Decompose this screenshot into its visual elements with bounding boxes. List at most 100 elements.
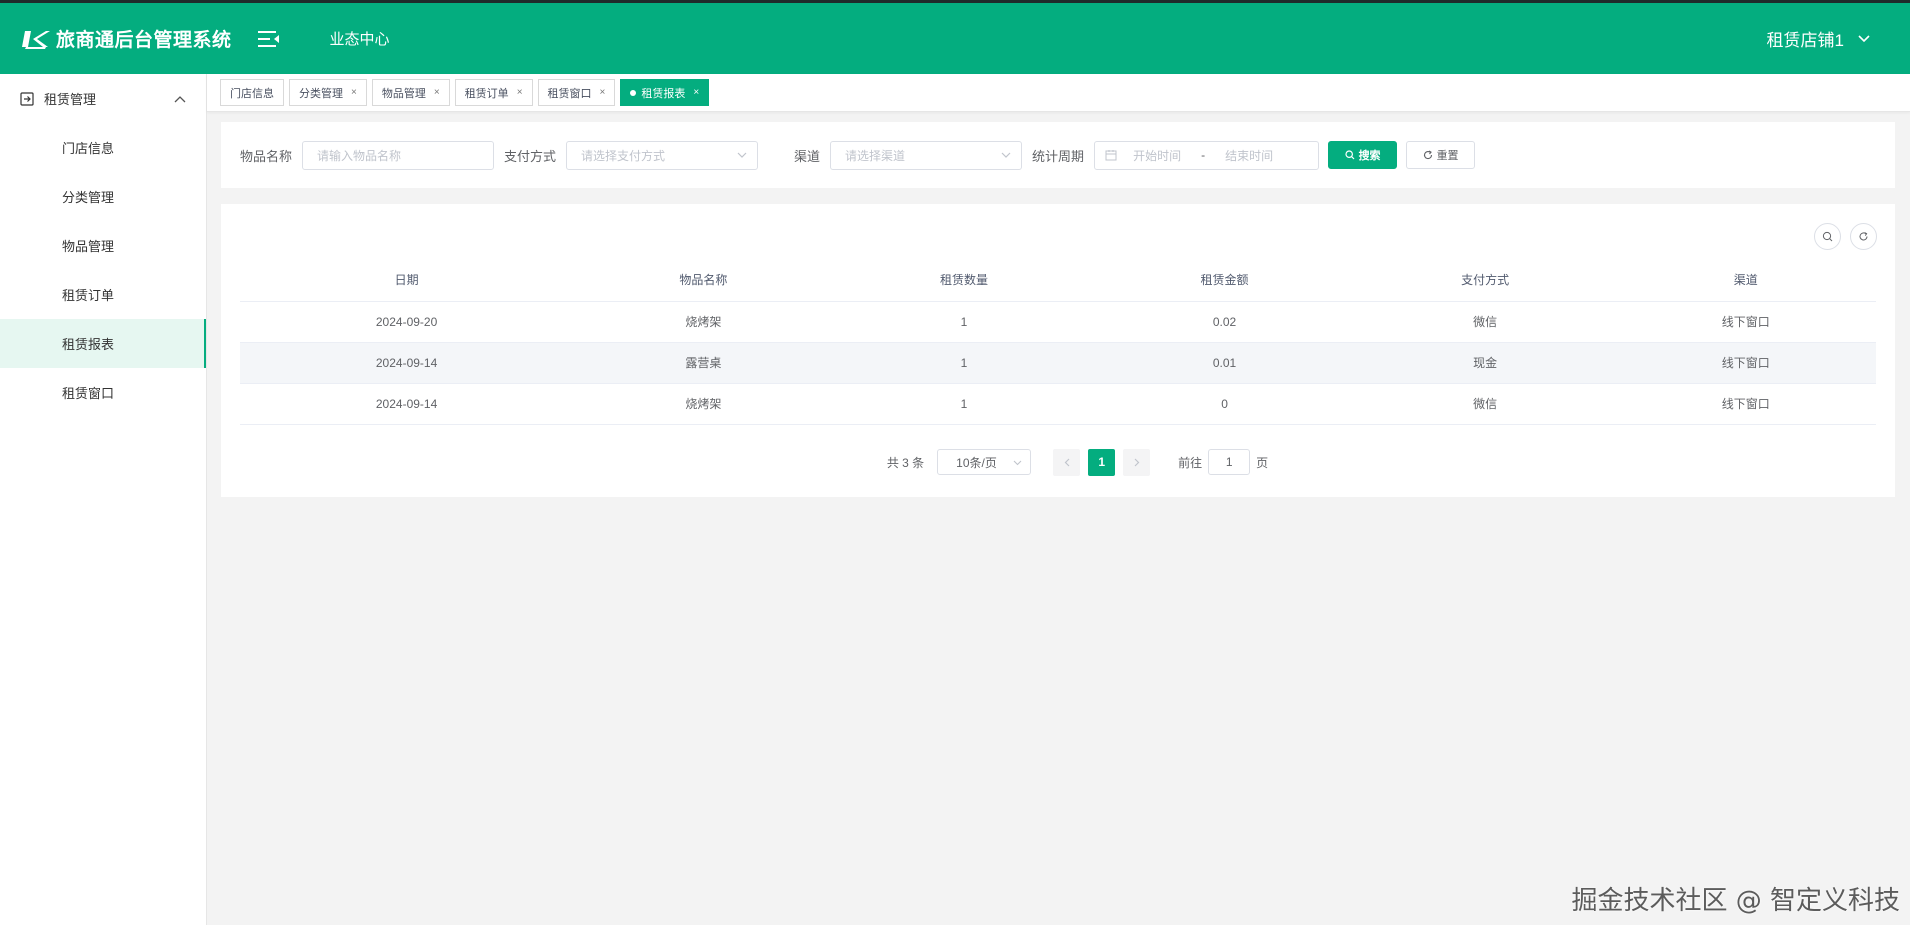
close-icon[interactable]: × bbox=[351, 87, 357, 98]
cell-date: 2024-09-14 bbox=[240, 342, 574, 384]
sidebar-item-label: 物品管理 bbox=[62, 239, 115, 254]
column-header-channel: 渠道 bbox=[1615, 258, 1876, 302]
cell-payment: 现金 bbox=[1354, 342, 1616, 384]
payment-select[interactable]: 请选择支付方式 bbox=[566, 140, 759, 170]
prev-page-button[interactable] bbox=[1053, 448, 1081, 476]
goto-page: 前往 1 页 bbox=[1178, 449, 1268, 475]
tab-store-info[interactable]: 门店信息 bbox=[220, 79, 284, 106]
table-header-row: 日期 物品名称 租赁数量 租赁金额 支付方式 渠道 bbox=[240, 258, 1876, 302]
current-page-number: 1 bbox=[1098, 455, 1105, 469]
menu-collapse-icon[interactable] bbox=[257, 30, 280, 48]
start-date-placeholder: 开始时间 bbox=[1133, 148, 1182, 163]
close-icon[interactable]: × bbox=[600, 87, 606, 98]
tab-category[interactable]: 分类管理 × bbox=[289, 79, 367, 106]
chevron-up-icon bbox=[174, 95, 186, 102]
close-icon[interactable]: × bbox=[517, 87, 523, 98]
date-range-picker[interactable]: 开始时间 - 结束时间 bbox=[1094, 140, 1320, 170]
cell-item-name: 烧烤架 bbox=[573, 383, 834, 425]
cell-quantity: 1 bbox=[833, 301, 1095, 343]
reset-button-label: 重置 bbox=[1436, 150, 1459, 162]
user-dropdown[interactable]: 租赁店铺1 bbox=[1767, 26, 1870, 51]
tabs-bar: 门店信息 分类管理 × 物品管理 × 租赁订单 × 租赁窗口 × 租赁报表 × bbox=[207, 74, 1910, 112]
page-size-select[interactable]: 10条/页 bbox=[937, 449, 1032, 475]
cell-date: 2024-09-20 bbox=[240, 301, 574, 343]
cell-channel: 线下窗口 bbox=[1615, 342, 1876, 384]
item-name-label: 物品名称 bbox=[240, 148, 293, 164]
tab-label: 租赁报表 bbox=[641, 87, 686, 100]
tab-orders[interactable]: 租赁订单 × bbox=[454, 79, 533, 106]
cell-amount: 0.01 bbox=[1094, 342, 1355, 384]
cell-payment: 微信 bbox=[1354, 301, 1616, 343]
column-header-date: 日期 bbox=[240, 258, 574, 302]
next-page-button[interactable] bbox=[1123, 448, 1151, 476]
tab-label: 门店信息 bbox=[230, 87, 274, 100]
item-name-input[interactable]: 请输入物品名称 bbox=[302, 140, 495, 170]
sidebar-item-store-info[interactable]: 门店信息 bbox=[0, 123, 206, 172]
calendar-icon bbox=[1105, 150, 1117, 161]
refresh-icon bbox=[1859, 232, 1868, 241]
logo-icon bbox=[22, 30, 50, 49]
report-table-panel: 日期 物品名称 租赁数量 租赁金额 支付方式 渠道 2024-09-20 烧烤架… bbox=[221, 204, 1895, 497]
chevron-down-icon bbox=[1013, 460, 1022, 466]
search-icon bbox=[1822, 231, 1833, 242]
table-row: 2024-09-14 露营桌 1 0.01 现金 线下窗口 bbox=[240, 342, 1876, 384]
tab-goods[interactable]: 物品管理 × bbox=[371, 79, 450, 106]
sidebar: 租赁管理 门店信息 分类管理 物品管理 租赁订单 租赁报表 租赁窗口 bbox=[0, 74, 207, 925]
goto-page-input[interactable]: 1 bbox=[1208, 449, 1251, 475]
refresh-button[interactable] bbox=[1850, 223, 1877, 250]
range-separator: - bbox=[1201, 148, 1206, 162]
column-header-quantity: 租赁数量 bbox=[833, 258, 1095, 302]
payment-placeholder: 请选择支付方式 bbox=[581, 148, 666, 163]
tab-window[interactable]: 租赁窗口 × bbox=[537, 79, 616, 106]
user-label: 租赁店铺1 bbox=[1766, 31, 1844, 50]
tab-label: 物品管理 bbox=[381, 87, 426, 100]
page-number-button[interactable]: 1 bbox=[1088, 448, 1116, 476]
sidebar-item-orders[interactable]: 租赁订单 bbox=[0, 270, 206, 319]
goto-prefix: 前往 bbox=[1178, 455, 1203, 470]
chevron-left-icon bbox=[1064, 458, 1070, 466]
nav-business-center[interactable]: 业态中心 bbox=[330, 28, 390, 49]
report-table: 日期 物品名称 租赁数量 租赁金额 支付方式 渠道 2024-09-20 烧烤架… bbox=[240, 258, 1876, 425]
tab-report[interactable]: 租赁报表 × bbox=[620, 79, 710, 106]
cell-payment: 微信 bbox=[1354, 383, 1616, 425]
sidebar-group-rental[interactable]: 租赁管理 bbox=[0, 74, 206, 123]
channel-label: 渠道 bbox=[794, 148, 821, 164]
cell-quantity: 1 bbox=[833, 342, 1095, 384]
sidebar-item-label: 租赁订单 bbox=[62, 288, 115, 303]
search-icon bbox=[1344, 150, 1354, 160]
sidebar-item-goods[interactable]: 物品管理 bbox=[0, 221, 206, 270]
watermark: 掘金技术社区 @ 智定义科技 bbox=[1571, 886, 1900, 916]
cell-amount: 0.02 bbox=[1094, 301, 1355, 343]
chevron-right-icon bbox=[1134, 458, 1140, 466]
pagination-total: 共 3 条 bbox=[886, 455, 925, 470]
channel-placeholder: 请选择渠道 bbox=[845, 148, 906, 163]
sidebar-group-label: 租赁管理 bbox=[44, 92, 97, 107]
table-row: 2024-09-14 烧烤架 1 0 微信 线下窗口 bbox=[240, 383, 1876, 425]
tab-label: 分类管理 bbox=[299, 87, 343, 100]
toggle-search-button[interactable] bbox=[1814, 223, 1841, 250]
chevron-down-icon bbox=[1001, 152, 1011, 158]
cell-date: 2024-09-14 bbox=[240, 383, 574, 425]
cell-channel: 线下窗口 bbox=[1615, 383, 1876, 425]
reset-button[interactable]: 重置 bbox=[1406, 141, 1476, 169]
search-button-label: 搜索 bbox=[1358, 150, 1381, 162]
goto-page-value: 1 bbox=[1225, 455, 1233, 469]
item-name-placeholder: 请输入物品名称 bbox=[317, 148, 402, 163]
logo: 旅商通后台管理系统 bbox=[22, 25, 232, 52]
search-button[interactable]: 搜索 bbox=[1328, 141, 1398, 169]
close-icon[interactable]: × bbox=[434, 87, 440, 98]
column-header-payment: 支付方式 bbox=[1354, 258, 1616, 302]
sidebar-item-label: 租赁报表 bbox=[62, 337, 115, 352]
sidebar-item-category[interactable]: 分类管理 bbox=[0, 172, 206, 221]
cell-item-name: 烧烤架 bbox=[573, 301, 834, 343]
channel-select[interactable]: 请选择渠道 bbox=[830, 140, 1023, 170]
chevron-down-icon bbox=[737, 152, 747, 158]
sidebar-item-label: 门店信息 bbox=[62, 141, 115, 156]
chevron-down-icon bbox=[1858, 34, 1870, 42]
sidebar-item-label: 租赁窗口 bbox=[62, 386, 115, 401]
table-row: 2024-09-20 烧烤架 1 0.02 微信 线下窗口 bbox=[240, 301, 1876, 343]
cell-quantity: 1 bbox=[833, 383, 1095, 425]
sidebar-item-report[interactable]: 租赁报表 bbox=[0, 319, 206, 368]
close-icon[interactable]: × bbox=[693, 87, 699, 98]
sidebar-item-window[interactable]: 租赁窗口 bbox=[0, 368, 206, 417]
